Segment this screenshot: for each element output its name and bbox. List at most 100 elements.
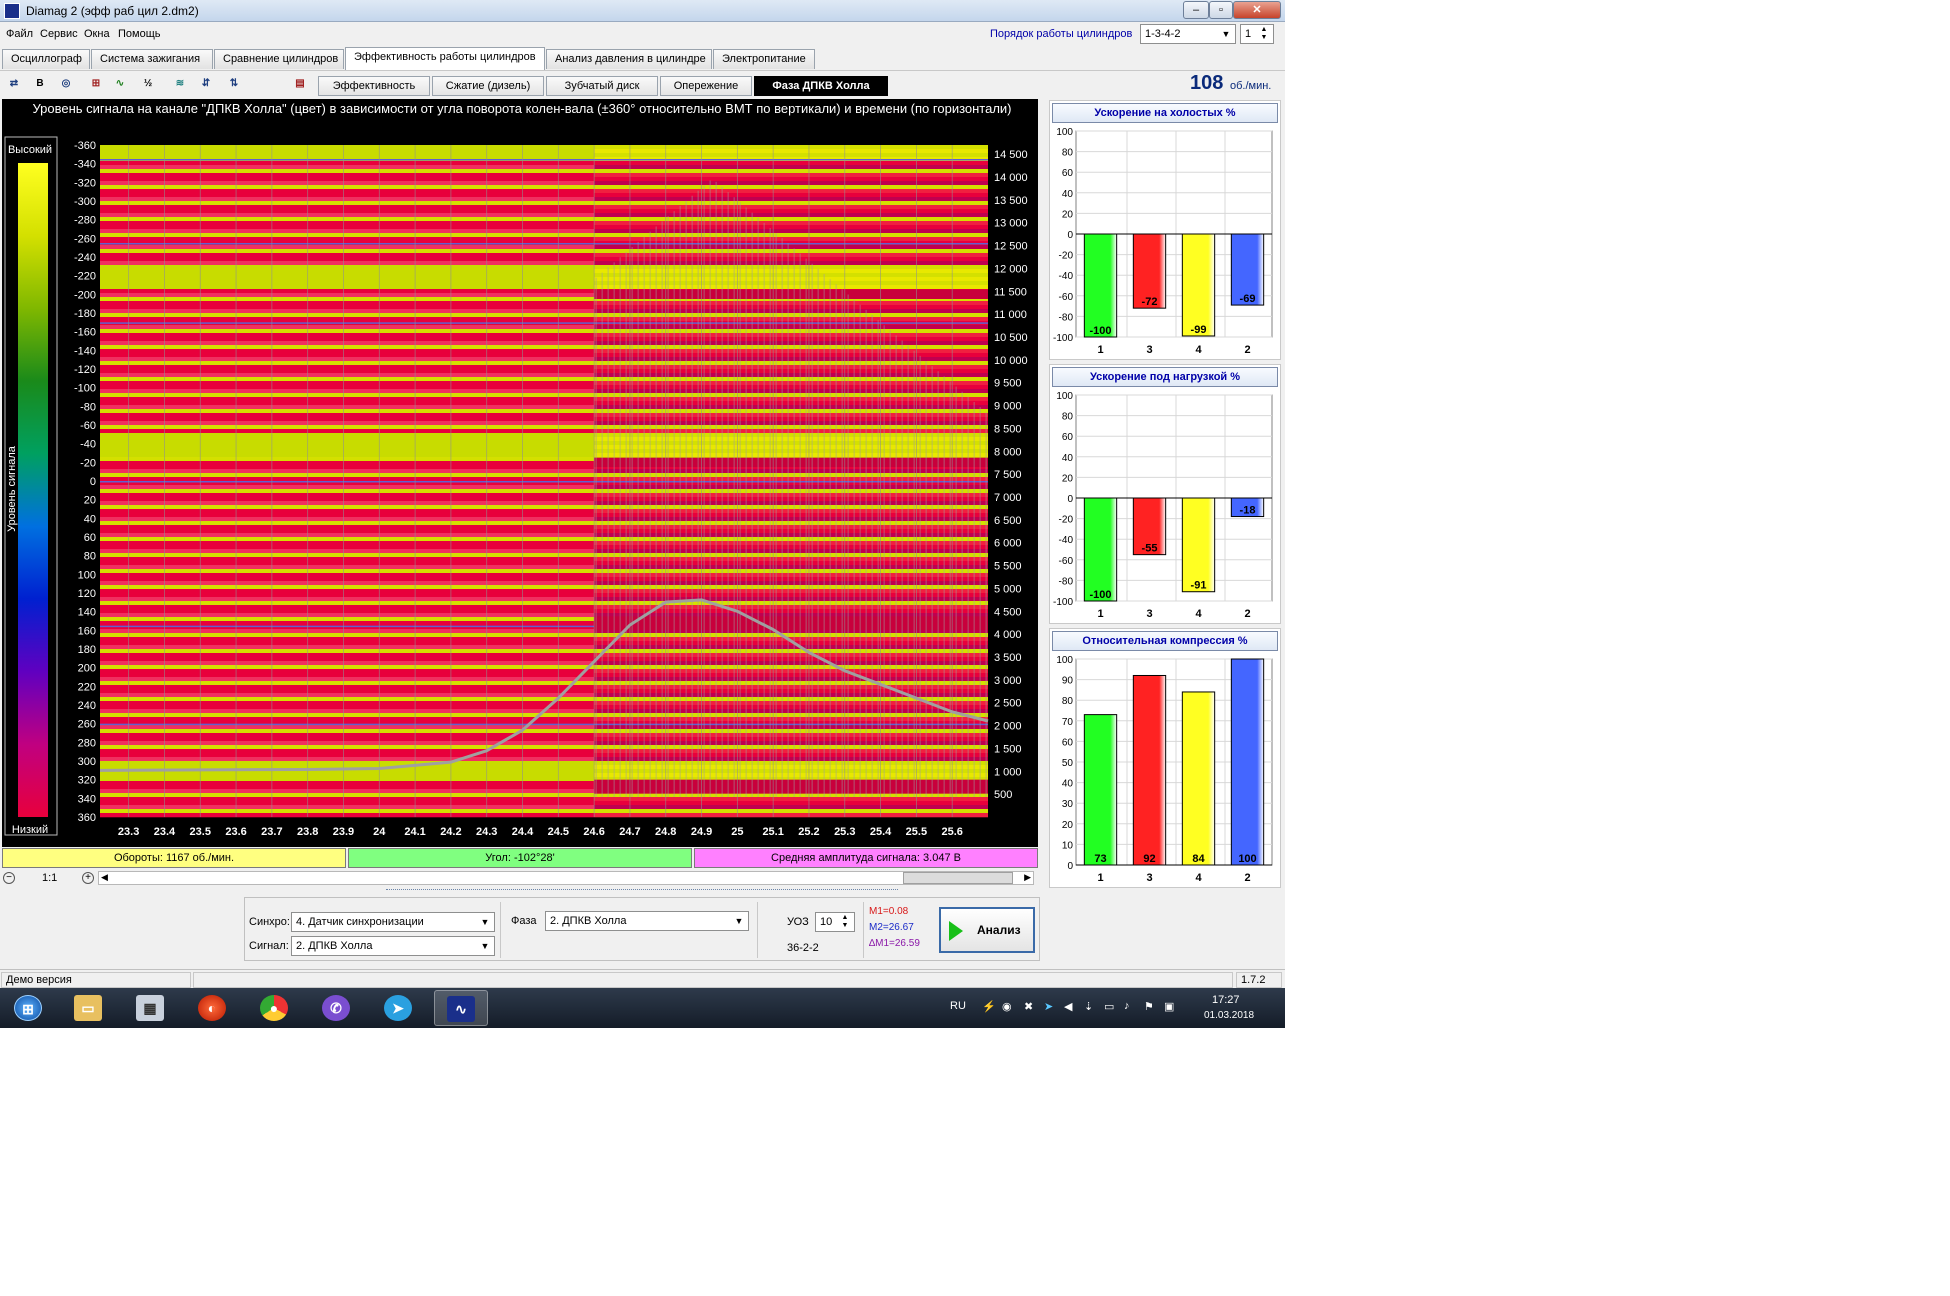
heatmap-row-right: [594, 285, 988, 290]
taskbar-diamag[interactable]: ∿: [434, 990, 488, 1026]
menu-service[interactable]: Сервис: [40, 28, 78, 40]
sync-icon[interactable]: ⇄: [4, 74, 24, 94]
taskbar-viber[interactable]: ✆: [310, 990, 364, 1026]
tray-updates-icon[interactable]: ⚡: [982, 1000, 996, 1013]
heatmap-row-right: [594, 145, 988, 150]
sync-select[interactable]: 4. Датчик синхронизации ▼: [291, 912, 495, 932]
subtab-hall-phase[interactable]: Фаза ДПКВ Холла: [754, 76, 888, 96]
tab-power-supply[interactable]: Электропитание: [713, 49, 815, 69]
heatmap-row-right: [594, 213, 988, 218]
tray-network-icon[interactable]: ◉: [1002, 1000, 1012, 1013]
tray-flag-icon[interactable]: ⚑: [1144, 1000, 1154, 1013]
tray-antivirus-icon[interactable]: ✖: [1024, 1000, 1033, 1013]
heatmap-row-left: [100, 525, 595, 530]
minimize-button[interactable]: –: [1183, 1, 1209, 19]
heatmap-row-left: [100, 245, 595, 250]
close-button[interactable]: ✕: [1233, 1, 1281, 19]
taskbar-game[interactable]: ◐: [186, 990, 240, 1026]
scroll-left-icon[interactable]: ◀: [101, 872, 108, 883]
cylinder-order-select[interactable]: 1-3-4-2 ▼: [1140, 24, 1236, 44]
subtab-advance[interactable]: Опережение: [660, 76, 752, 96]
language-indicator[interactable]: RU: [950, 1000, 966, 1012]
y-tick-label: 340: [78, 793, 96, 805]
menu-file[interactable]: Файл: [6, 28, 33, 40]
idle-acceleration-chart: 100 80 60 40 20 0 -20 -40 -60 -80 -100 -100 1 -72 3 -99…: [1053, 127, 1273, 356]
heatmap-row-left: [100, 573, 595, 578]
heatmap-row-left: [100, 601, 595, 606]
align-left-icon[interactable]: ⊞: [86, 74, 106, 94]
y2-tick-label: 6 500: [994, 515, 1022, 527]
heatmap-chart[interactable]: Высокий Низкий Уровень сигнала -360 -340 -320…: [2, 99, 1038, 847]
heatmap-row-right: [594, 761, 988, 766]
chevron-down-icon[interactable]: ▼: [477, 938, 493, 954]
bold-b-icon[interactable]: B: [30, 74, 50, 94]
bar-y-tick-label: 50: [1062, 758, 1074, 769]
tray-telegram-icon[interactable]: ➤: [1044, 1000, 1053, 1013]
zoom-icon[interactable]: ⇵: [196, 74, 216, 94]
heatmap-row-left: [100, 337, 595, 342]
document-icon[interactable]: ▤: [290, 74, 310, 94]
tab-oscilloscope[interactable]: Осциллограф: [2, 49, 90, 69]
signal-select[interactable]: 2. ДПКВ Холла ▼: [291, 936, 495, 956]
main-tabs: Осциллограф Система зажигания Сравнение …: [0, 47, 1285, 70]
bar-y-tick-label: 60: [1062, 737, 1074, 748]
scroll-right-icon[interactable]: ▶: [1024, 872, 1031, 883]
analyze-button[interactable]: Анализ: [939, 907, 1035, 953]
zoom-out-icon[interactable]: −: [3, 872, 15, 884]
cycle-spinner[interactable]: 1 ▲ ▼: [1240, 24, 1274, 44]
phase-select[interactable]: 2. ДПКВ Холла ▼: [545, 911, 749, 931]
spinner-arrows-icon[interactable]: ▲ ▼: [1256, 26, 1272, 42]
chevron-down-icon[interactable]: ▼: [1218, 26, 1234, 42]
subtab-efficiency[interactable]: Эффективность: [318, 76, 430, 96]
taskbar-explorer[interactable]: ▭: [62, 990, 116, 1026]
filter-icon[interactable]: ≋: [170, 74, 190, 94]
waveform-icon[interactable]: ∿: [110, 74, 130, 94]
tray-display-icon[interactable]: ▣: [1164, 1000, 1174, 1013]
clock-time[interactable]: 17:27: [1212, 994, 1240, 1006]
heatmap-row-right: [594, 513, 988, 518]
chevron-down-icon[interactable]: ▼: [731, 913, 747, 929]
zoom-in-icon[interactable]: +: [82, 872, 94, 884]
taskbar-telegram[interactable]: ➤: [372, 990, 426, 1026]
tray-usb-icon[interactable]: ⇣: [1084, 1000, 1093, 1013]
horizontal-scrollbar[interactable]: ◀ ▶: [98, 871, 1034, 885]
tab-cylinder-efficiency[interactable]: Эффективность работы цилиндров: [345, 47, 545, 70]
scroll-thumb[interactable]: [903, 872, 1013, 884]
start-button[interactable]: ⊞: [2, 990, 56, 1026]
clock-date[interactable]: 01.03.2018: [1204, 1010, 1254, 1021]
tray-volume-icon[interactable]: ♪: [1124, 1000, 1130, 1012]
heatmap-row-right: [594, 769, 988, 774]
panel-splitter[interactable]: [386, 889, 898, 895]
maximize-button[interactable]: ▫: [1209, 1, 1233, 19]
heatmap-row-left: [100, 477, 595, 482]
bar-y-tick-label: 0: [1067, 494, 1073, 505]
rpm-icon[interactable]: ◎: [56, 74, 76, 94]
scale-icon[interactable]: ½: [138, 74, 158, 94]
tab-cylinder-comparison[interactable]: Сравнение цилиндров: [214, 49, 344, 69]
adjust-icon[interactable]: ⇅: [224, 74, 244, 94]
uoz-spinner[interactable]: 10 ▲ ▼: [815, 912, 855, 932]
heatmap-row-left: [100, 381, 595, 386]
calculator-icon: ▦: [136, 995, 164, 1021]
tab-pressure-analysis[interactable]: Анализ давления в цилиндре: [546, 49, 712, 69]
menu-windows[interactable]: Окна: [84, 28, 110, 40]
heatmap-row-left: [100, 153, 595, 158]
taskbar-chrome[interactable]: ●: [248, 990, 302, 1026]
tab-ignition-system[interactable]: Система зажигания: [91, 49, 213, 69]
tray-keyboard-icon[interactable]: ▭: [1104, 1000, 1114, 1013]
subtab-compression-diesel[interactable]: Сжатие (дизель): [432, 76, 544, 96]
taskbar-calculator[interactable]: ▦: [124, 990, 178, 1026]
windows-start-icon: ⊞: [14, 995, 42, 1021]
x-tick-label: 24.2: [440, 826, 461, 838]
menu-help[interactable]: Помощь: [118, 28, 161, 40]
heatmap-row-right: [594, 493, 988, 498]
bar-cylinder-4: [1181, 497, 1216, 593]
heatmap-row-left: [100, 529, 595, 534]
heatmap-row-left: [100, 417, 595, 422]
heatmap-row-right: [594, 165, 988, 170]
heatmap-row-right: [594, 749, 988, 754]
chevron-down-icon[interactable]: ▼: [477, 914, 493, 930]
tray-speaker-icon[interactable]: ◀: [1064, 1000, 1072, 1013]
subtab-tooth-disc[interactable]: Зубчатый диск: [546, 76, 658, 96]
spinner-arrows-icon[interactable]: ▲ ▼: [837, 914, 853, 930]
